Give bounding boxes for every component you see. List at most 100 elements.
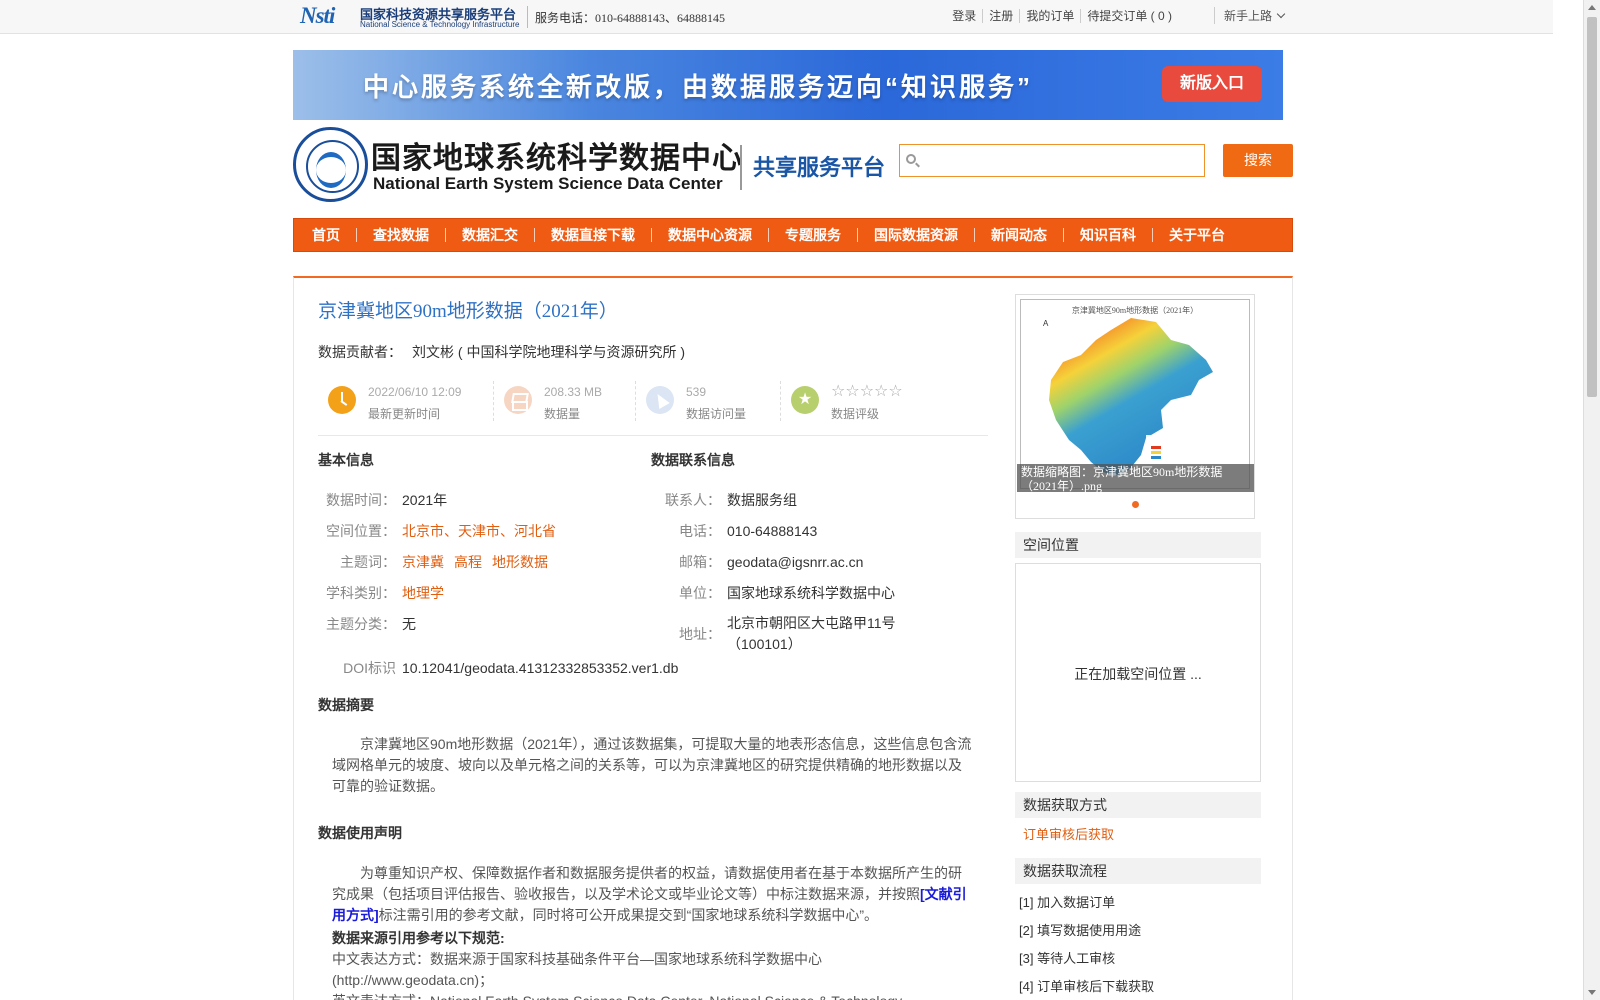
- thumbnail-image[interactable]: 京津冀地区90m地形数据（2021年） A: [1020, 299, 1250, 489]
- contact-person-label: 联系人：: [665, 492, 721, 508]
- stat-update-time: 2022/06/10 12:09 最新更新时间: [318, 376, 494, 426]
- data-time-value: 2021年: [402, 492, 448, 508]
- keyword-link[interactable]: 高程: [454, 554, 482, 570]
- stat-value: 208.33 MB: [544, 385, 603, 399]
- usage-text: 为尊重知识产权、保障数据作者和数据服务提供者的权益，请数据使用者在基于本数据所产…: [332, 865, 962, 902]
- contributor-label: 数据贡献者：: [318, 344, 402, 360]
- my-orders-link[interactable]: 我的订单: [1019, 9, 1080, 23]
- basic-info-heading: 基本信息: [318, 452, 374, 468]
- nav-separator: [534, 228, 535, 242]
- discipline-link[interactable]: 地理学: [402, 585, 444, 601]
- nav-item-home[interactable]: 首页: [312, 225, 340, 245]
- spatial-location-map[interactable]: 正在加载空间位置 ...: [1015, 563, 1261, 782]
- stat-label: 数据访问量: [686, 407, 747, 421]
- nav-item-thematic-services[interactable]: 专题服务: [785, 225, 841, 245]
- keywords-list: 京津冀 高程 地形数据: [402, 554, 558, 570]
- address-label: 地址：: [679, 626, 721, 642]
- search-input[interactable]: [922, 147, 1200, 174]
- scroll-up-icon[interactable]: [1588, 5, 1596, 10]
- nav-separator: [1152, 228, 1153, 242]
- keyword-link[interactable]: 地形数据: [492, 554, 548, 570]
- top-links: 登录 注册 我的订单 待提交订单 ( 0 ): [946, 9, 1178, 23]
- nav-separator: [1063, 228, 1064, 242]
- search-button[interactable]: 搜索: [1223, 144, 1293, 177]
- carousel-dot[interactable]: [1132, 501, 1139, 508]
- contact-info-heading: 数据联系信息: [651, 452, 735, 468]
- citation-rule-heading: 数据来源引用参考以下规范:: [332, 930, 505, 946]
- newbie-guide-dropdown[interactable]: 新手上路: [1214, 7, 1286, 24]
- spatial-location-heading: 空间位置: [1015, 532, 1261, 558]
- nsti-logo[interactable]: Nsti 国家科技资源共享服务平台 National Science & Tec…: [300, 3, 525, 31]
- process-step: [3] 等待人工审核: [1019, 951, 1116, 966]
- data-center-seal-logo[interactable]: [293, 127, 368, 202]
- service-hotline: 服务电话：010-64888143、64888145: [535, 11, 725, 25]
- contributor: 数据贡献者： 刘文彬 ( 中国科学院地理科学与资源研究所 ): [318, 342, 685, 362]
- login-link[interactable]: 登录: [946, 9, 982, 23]
- contact-person-value: 数据服务组: [727, 492, 797, 508]
- email-value[interactable]: geodata@igsnrr.ac.cn: [727, 554, 863, 570]
- email-label: 邮箱：: [679, 554, 721, 570]
- center-name-cn: 国家地球系统科学数据中心: [371, 142, 743, 175]
- search-box: [899, 144, 1205, 177]
- dataset-title: 京津冀地区90m地形数据（2021年）: [318, 301, 618, 322]
- process-step: [1] 加入数据订单: [1019, 895, 1116, 910]
- announcement-banner[interactable]: 中心服务系统全新改版，由数据服务迈向“知识服务” 新版入口: [293, 50, 1283, 120]
- nav-separator: [768, 228, 769, 242]
- new-version-button[interactable]: 新版入口: [1162, 66, 1262, 102]
- nav-item-find-data[interactable]: 查找数据: [373, 225, 429, 245]
- chevron-down-icon: [1276, 9, 1286, 19]
- nav-item-center-resources[interactable]: 数据中心资源: [668, 225, 752, 245]
- nav-separator: [651, 228, 652, 242]
- pending-orders-link[interactable]: 待提交订单 ( 0 ): [1080, 9, 1178, 23]
- scroll-down-icon[interactable]: [1588, 990, 1596, 995]
- contributor-value: 刘文彬 ( 中国科学院地理科学与资源研究所 ): [412, 344, 685, 360]
- access-method-value[interactable]: 订单审核后获取: [1023, 824, 1114, 843]
- nav-item-direct-download[interactable]: 数据直接下载: [551, 225, 635, 245]
- page-scrollbar[interactable]: [1583, 0, 1600, 1000]
- nav-item-data-submission[interactable]: 数据汇交: [462, 225, 518, 245]
- keywords-label: 主题词：: [340, 554, 396, 570]
- nsti-logo-mark: Nsti: [300, 3, 335, 28]
- usage-statement-heading: 数据使用声明: [318, 825, 402, 841]
- spatial-location-link[interactable]: 北京市、天津市、河北省: [402, 523, 556, 539]
- thumbnail-carousel[interactable]: 京津冀地区90m地形数据（2021年） A 数据缩略图：京津冀地区90m地形数据…: [1015, 294, 1255, 519]
- search-icon: [906, 154, 916, 164]
- map-loading-text: 正在加载空间位置 ...: [1074, 666, 1202, 682]
- cursor-icon: [646, 386, 674, 414]
- abstract-text: 京津冀地区90m地形数据（2021年），通过该数据集，可提取大量的地表形态信息，…: [332, 736, 972, 794]
- address-row: 地址：: [651, 624, 721, 644]
- spatial-location-label: 空间位置：: [326, 523, 396, 539]
- stat-visits: 539 数据访问量: [636, 376, 781, 426]
- stat-label: 数据量: [544, 407, 581, 421]
- dataset-stats: 2022/06/10 12:09 最新更新时间 208.33 MB 数据量 53…: [318, 376, 988, 436]
- rating-stars[interactable]: ☆☆☆☆☆: [831, 381, 903, 401]
- citation-en: 英文表达方式：National Earth System Science Dat…: [332, 991, 974, 1000]
- nav-item-international-data[interactable]: 国际数据资源: [874, 225, 958, 245]
- contact-person-row: 联系人： 数据服务组: [651, 490, 797, 510]
- nav-item-about[interactable]: 关于平台: [1169, 225, 1225, 245]
- nav-item-news[interactable]: 新闻动态: [991, 225, 1047, 245]
- citation-rules: 数据来源引用参考以下规范: 中文表达方式：数据来源于国家科技基础条件平台—国家地…: [332, 928, 974, 1000]
- doi-value: 10.12041/geodata.41312332853352.ver1.db: [402, 660, 679, 676]
- center-name-en: National Earth System Science Data Cente…: [373, 174, 723, 193]
- phone-label: 电话：: [679, 523, 721, 539]
- register-link[interactable]: 注册: [982, 9, 1019, 23]
- layers-icon: [504, 386, 532, 414]
- process-step: [4] 订单审核后下载获取: [1019, 979, 1155, 994]
- scrollbar-thumb[interactable]: [1587, 17, 1597, 397]
- thumbnail-caption: 数据缩略图：京津冀地区90m地形数据（2021年）.png: [1017, 464, 1254, 492]
- nav-separator: [445, 228, 446, 242]
- category-value: 无: [402, 616, 416, 632]
- citation-cn: 中文表达方式：数据来源于国家科技基础条件平台—国家地球系统科学数据中心(http…: [332, 951, 822, 988]
- nav-separator: [356, 228, 357, 242]
- star-icon: ★: [791, 386, 819, 414]
- site-header: 国家地球系统科学数据中心 National Earth System Scien…: [293, 125, 1293, 205]
- keyword-link[interactable]: 京津冀: [402, 554, 444, 570]
- data-time-label: 数据时间：: [326, 492, 396, 508]
- data-time-row: 数据时间： 2021年: [318, 490, 447, 510]
- phone-value: 010-64888143: [727, 523, 818, 539]
- nsti-logo-en: National Science & Technology Infrastruc…: [360, 20, 520, 29]
- stat-rating: ★ ☆☆☆☆☆ 数据评级: [781, 376, 941, 426]
- nav-item-wiki[interactable]: 知识百科: [1080, 225, 1136, 245]
- access-process-heading: 数据获取流程: [1015, 858, 1261, 884]
